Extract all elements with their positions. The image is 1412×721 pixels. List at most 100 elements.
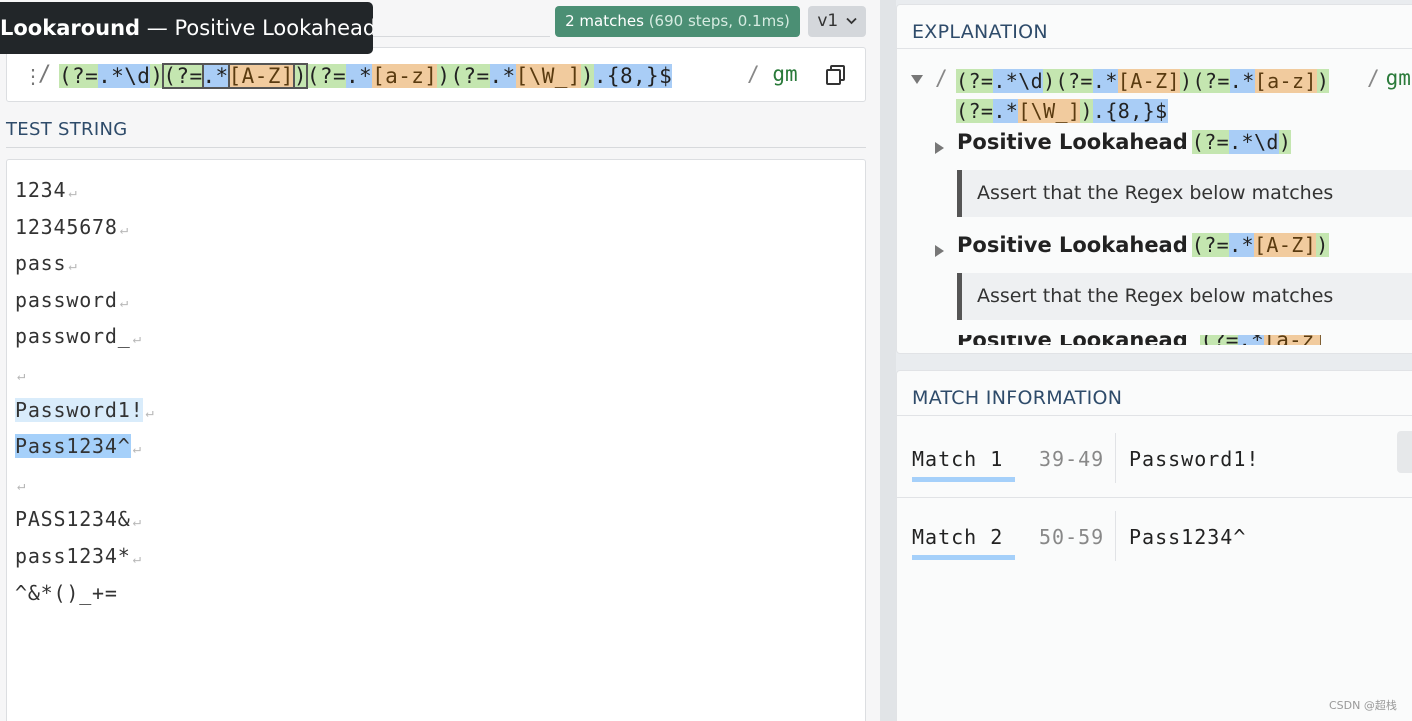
root-token-meta[interactable]: .{8,}$ (1092, 99, 1168, 123)
chevron-down-icon (846, 17, 857, 25)
regex-token-grp[interactable]: ) (437, 64, 451, 88)
match-steps: (690 steps, 0.1ms) (643, 12, 790, 30)
explanation-divider (897, 48, 1412, 49)
root-token-meta[interactable]: .* (1092, 69, 1118, 93)
regex-token-grp[interactable]: ) (292, 63, 308, 89)
test-line: ↵ (15, 355, 155, 392)
match-action-button[interactable] (1397, 431, 1412, 473)
newline-icon: ↵ (68, 258, 78, 275)
test-line: password ↵ (15, 282, 155, 319)
test-string-input[interactable]: 1234 ↵ 12345678 ↵ pass ↵ password ↵ password_ ↵ ↵ P… (6, 159, 866, 721)
regex-token-meta[interactable]: . (593, 64, 607, 88)
root-token-meta[interactable]: .* (993, 99, 1019, 123)
explanation-token-grp[interactable]: (?= (1191, 233, 1230, 257)
regex-token-cls[interactable]: [A-Z] (227, 63, 295, 89)
root-token-grp[interactable]: ) (1080, 99, 1093, 123)
root-token-grp[interactable]: (?= (1055, 69, 1093, 93)
match-count-badge: 2 matches (690 steps, 0.1ms) (555, 6, 800, 37)
explanation-heading: Positive Lookahead (?=.*\d) (957, 130, 1292, 154)
explanation-token-grp[interactable]: (?= (1191, 130, 1230, 154)
version-dropdown[interactable]: v1 (808, 6, 866, 37)
tooltip-detail: — Positive Lookahead (140, 16, 373, 40)
regex-pattern[interactable]: (?=.*\d)(?=.*[A-Z])(?=.*[a-z])(?=.*[\W_]… (59, 62, 673, 90)
clipped-token-grp[interactable]: (?= (1200, 335, 1239, 345)
regex-editor-column: Lookaround — Positive Lookahead 2 matche… (0, 0, 880, 721)
regex-token-meta[interactable]: .* (489, 64, 516, 88)
regex-token-meta[interactable]: .* (201, 63, 230, 89)
version-label: v1 (817, 11, 839, 31)
explanation-panel: EXPLANATION / (?=.*\d)(?=.*[A-Z])(?=.*[a… (896, 4, 1412, 354)
explanation-tokens: (?=.*[A-Z]) (1191, 233, 1329, 257)
root-token-cls[interactable]: [a-z] (1254, 69, 1317, 93)
regex-token-grp[interactable]: (?= (162, 63, 204, 89)
regex-token-grp[interactable]: (?= (306, 64, 347, 88)
match-label: Match 2 (912, 525, 1004, 549)
test-string-label: TEST STRING (6, 119, 128, 140)
regex-token-cls[interactable]: [a-z] (372, 64, 438, 88)
expand-caret-icon[interactable] (935, 142, 944, 154)
test-line: ^&*()_+= (15, 575, 155, 612)
test-line: password_ ↵ (15, 318, 155, 355)
explanation-token-meta[interactable]: .* (1229, 233, 1254, 257)
header-divider (373, 36, 550, 37)
newline-icon: ↵ (132, 550, 142, 567)
explanation-tree: / (?=.*\d)(?=.*[A-Z])(?=.*[a-z]) (?=.*[\… (911, 66, 1412, 332)
explanation-token-grp[interactable]: ) (1316, 233, 1329, 257)
regex-token-meta[interactable]: .* (98, 64, 125, 88)
match-information-panel: MATCH INFORMATION Match 1 39-49 Password… (896, 370, 1412, 721)
regex-token-grp[interactable]: ) (580, 64, 594, 88)
newline-icon: ↵ (145, 404, 155, 421)
test-line-text: pass1234* (15, 543, 131, 568)
explanation-items: Positive Lookahead (?=.*\d) Assert that th… (911, 126, 1412, 332)
match-row[interactable]: Match 1 39-49 Password1! (897, 419, 1412, 497)
root-token-cls[interactable]: [A-Z] (1117, 69, 1180, 93)
match-label: Match 1 (912, 447, 1004, 471)
explanation-token-cls[interactable]: [A-Z] (1253, 233, 1317, 257)
root-token-grp[interactable]: (?= (956, 69, 994, 93)
regex-input[interactable]: ⋮ / (?=.*\d)(?=.*[A-Z])(?=.*[a-z])(?=.*[… (6, 47, 866, 102)
explanation-heading: Positive Lookahead (?=.*[A-Z]) (957, 233, 1329, 257)
explanation-item[interactable]: Positive Lookahead (?=.*\d) Assert that th… (911, 126, 1412, 229)
explanation-token-meta[interactable]: .*\d (1229, 130, 1279, 154)
watermark: CSDN @超栈 (1329, 699, 1397, 712)
test-line: 1234 ↵ (15, 172, 155, 209)
root-token-grp[interactable]: (?= (1192, 69, 1230, 93)
regex-flags-field[interactable]: / gm (747, 62, 798, 86)
collapse-caret-icon[interactable] (911, 75, 923, 84)
regex-token-grp[interactable]: (?= (450, 64, 490, 88)
newline-icon: ↵ (17, 367, 27, 384)
root-token-meta[interactable]: .* (1229, 69, 1255, 93)
newline-icon: ↵ (132, 514, 142, 531)
regex-token-meta[interactable]: $ (659, 64, 673, 88)
regex-token-meta[interactable]: \d (124, 64, 151, 88)
regex-token-grp[interactable]: ) (150, 64, 164, 88)
column-resize-divider[interactable] (880, 0, 896, 721)
newline-icon: ↵ (68, 185, 78, 201)
highlighted-match-text: Pass1234^ (15, 434, 131, 459)
explanation-root[interactable]: / (?=.*\d)(?=.*[A-Z])(?=.*[a-z]) (?=.*[\… (911, 66, 1412, 126)
root-token-grp[interactable]: ) (1316, 69, 1330, 93)
root-token-cls[interactable]: [\W_] (1018, 99, 1081, 123)
root-token-meta[interactable]: .*\d (993, 69, 1044, 93)
expand-caret-icon[interactable] (935, 245, 944, 257)
match-value: Pass1234^ (1129, 525, 1247, 549)
test-line: ↵ (15, 465, 155, 502)
root-token-grp[interactable]: ) (1043, 69, 1056, 93)
explanation-item[interactable]: Positive Lookahead (?=.*[A-Z]) Assert that… (911, 229, 1412, 332)
match-row[interactable]: Match 2 50-59 Pass1234^ (897, 497, 1412, 575)
regex-token-grp[interactable]: (?= (59, 64, 99, 88)
copy-icon[interactable] (825, 64, 847, 86)
regex-token-cls[interactable]: [\W_] (515, 64, 581, 88)
regex-open-delimiter: / (38, 62, 52, 87)
root-token-grp[interactable]: (?= (956, 99, 994, 123)
match-underline (912, 555, 1015, 560)
explanation-token-grp[interactable]: ) (1278, 130, 1292, 154)
test-line: PASS1234& ↵ (15, 501, 155, 538)
clipped-heading: Positive Lookahead (957, 335, 1188, 345)
clipped-token-meta[interactable]: .* (1238, 335, 1264, 345)
root-token-grp[interactable]: ) (1179, 69, 1193, 93)
root-pattern-line-1: (?=.*\d)(?=.*[A-Z])(?=.*[a-z]) (956, 66, 1376, 96)
regex-token-meta[interactable]: .* (346, 64, 373, 88)
clipped-token-cls[interactable]: [a-z] (1263, 335, 1321, 345)
regex-token-meta[interactable]: {8,} (606, 64, 660, 88)
